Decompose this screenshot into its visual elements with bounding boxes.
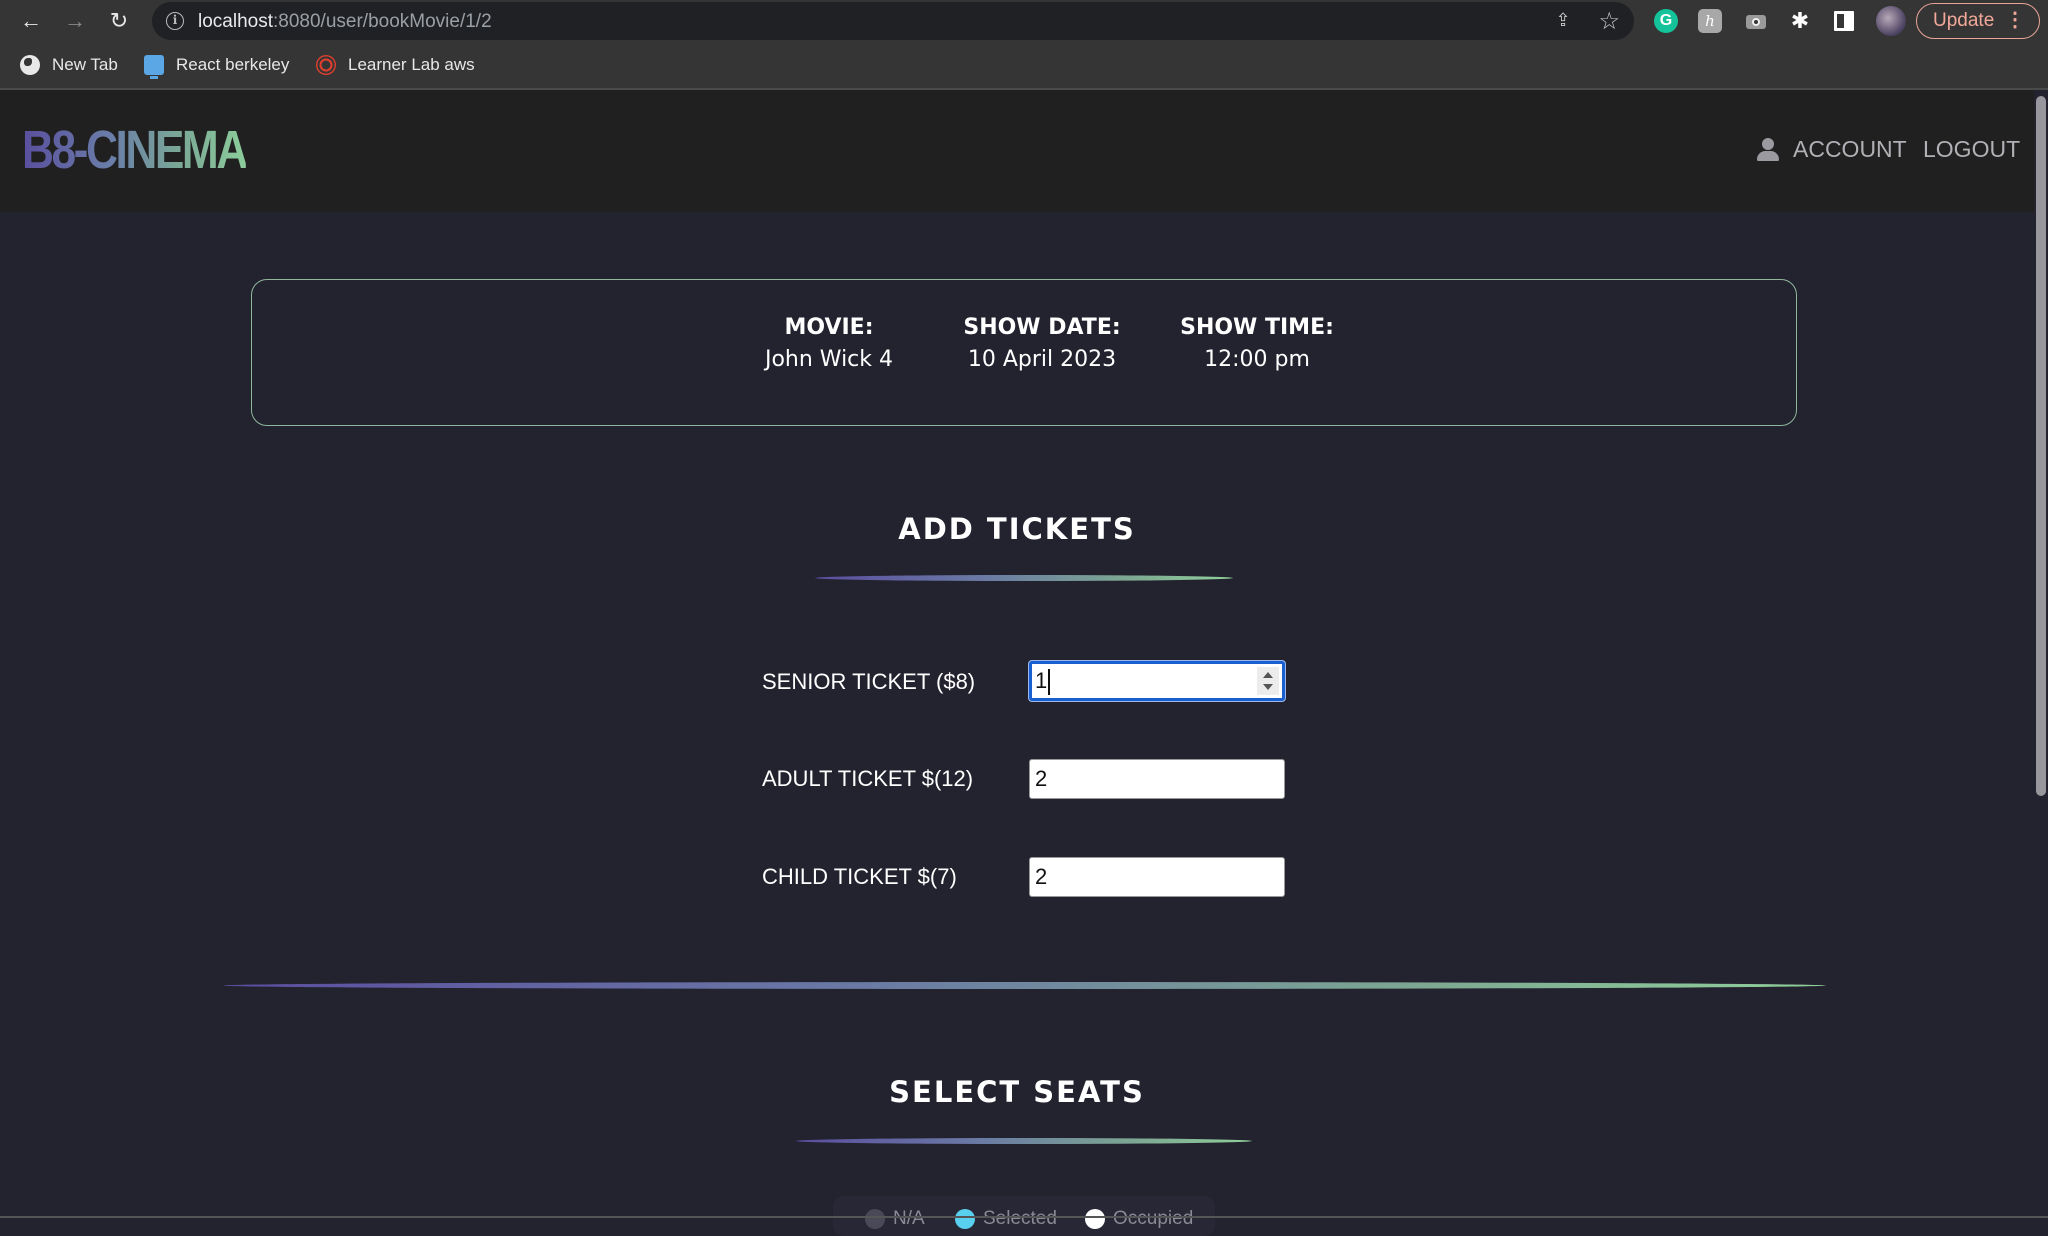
increment-arrow-icon[interactable] [1263, 672, 1273, 678]
logout-link[interactable]: LOGOUT [1923, 136, 2020, 163]
update-button[interactable]: Update ⋮ [1916, 3, 2040, 39]
movie-label: MOVIE: [784, 315, 874, 340]
back-button[interactable]: ← [16, 6, 46, 36]
profile-avatar[interactable] [1876, 6, 1906, 36]
na-seat-dot-icon [865, 1209, 885, 1229]
selected-seat-dot-icon [955, 1209, 975, 1229]
decrement-arrow-icon[interactable] [1263, 684, 1273, 690]
child-ticket-input[interactable]: 2 [1029, 857, 1285, 897]
share-icon[interactable]: ⇪ [1552, 10, 1574, 32]
child-ticket-label: CHILD TICKET $(7) [762, 864, 957, 889]
senior-ticket-label: SENIOR TICKET ($8) [762, 669, 976, 694]
quantity-stepper[interactable] [1257, 667, 1279, 695]
camera-icon[interactable] [1744, 9, 1768, 33]
navbar: B8-CINEMA ACCOUNT LOGOUT [0, 90, 2034, 212]
globe-icon [20, 55, 40, 75]
section-divider [223, 982, 1826, 989]
address-bar[interactable]: i localhost:8080/user/bookMovie/1/2 ⇪ ☆ [152, 2, 1634, 40]
browser-chrome: ← → ↻ i localhost:8080/user/bookMovie/1/… [0, 0, 2048, 90]
honey-icon[interactable]: h [1698, 9, 1722, 33]
scrollbar-thumb[interactable] [2036, 96, 2046, 796]
url-text[interactable]: localhost:8080/user/bookMovie/1/2 [198, 11, 492, 33]
show-time-label: SHOW TIME: [1180, 315, 1334, 340]
reload-button[interactable]: ↻ [104, 6, 134, 36]
movie-value: John Wick 4 [764, 347, 894, 372]
legend-item-na: N/A [865, 1208, 925, 1230]
bookmarks-bar: New Tab React berkeley Learner Lab aws [0, 42, 2048, 88]
select-seats-underline [796, 1138, 1252, 1144]
movie-info: MOVIE: John Wick 4 [759, 313, 899, 377]
add-tickets-underline [815, 575, 1233, 581]
legend-item-occupied: Occupied [1085, 1208, 1193, 1230]
monitor-icon [144, 55, 164, 79]
legend-item-selected: Selected [955, 1208, 1057, 1230]
senior-ticket-input[interactable]: 1 [1029, 661, 1285, 701]
occupied-seat-dot-icon [1085, 1209, 1105, 1229]
show-time-info: SHOW TIME: 12:00 pm [1167, 313, 1347, 377]
show-date-value: 10 April 2023 [967, 347, 1117, 372]
show-time-value: 12:00 pm [1204, 347, 1310, 372]
adult-ticket-label: ADULT TICKET $(12) [762, 766, 974, 791]
add-tickets-title: ADD TICKETS [898, 512, 1136, 546]
show-info-box: MOVIE: John Wick 4 SHOW DATE: 10 April 2… [251, 279, 1797, 426]
forward-button[interactable]: → [60, 6, 90, 36]
adult-ticket-input[interactable]: 2 [1029, 759, 1285, 799]
select-seats-title: SELECT SEATS [889, 1075, 1145, 1109]
canvas-icon [316, 55, 336, 75]
side-panel-icon[interactable] [1834, 11, 1854, 31]
text-caret [1048, 669, 1050, 696]
menu-dots-icon[interactable]: ⋮ [2005, 4, 2025, 37]
scrollbar[interactable] [2034, 90, 2048, 1218]
logo[interactable]: B8-CINEMA [22, 120, 248, 180]
show-date-label: SHOW DATE: [963, 315, 1121, 340]
browser-toolbar: ← → ↻ i localhost:8080/user/bookMovie/1/… [0, 0, 2048, 42]
bookmark-react-berkeley[interactable]: React berkeley [144, 52, 289, 79]
bookmark-learner-lab[interactable]: Learner Lab aws [316, 52, 475, 78]
show-date-info: SHOW DATE: 10 April 2023 [952, 313, 1132, 377]
puzzle-icon[interactable]: ✱ [1788, 9, 1812, 33]
site-info-icon[interactable]: i [166, 12, 184, 30]
bookmark-star-icon[interactable]: ☆ [1598, 7, 1620, 36]
user-icon[interactable] [1756, 138, 1780, 162]
bookmark-new-tab[interactable]: New Tab [20, 52, 118, 78]
grammarly-icon[interactable]: G [1654, 9, 1678, 33]
account-link[interactable]: ACCOUNT [1793, 136, 1907, 163]
